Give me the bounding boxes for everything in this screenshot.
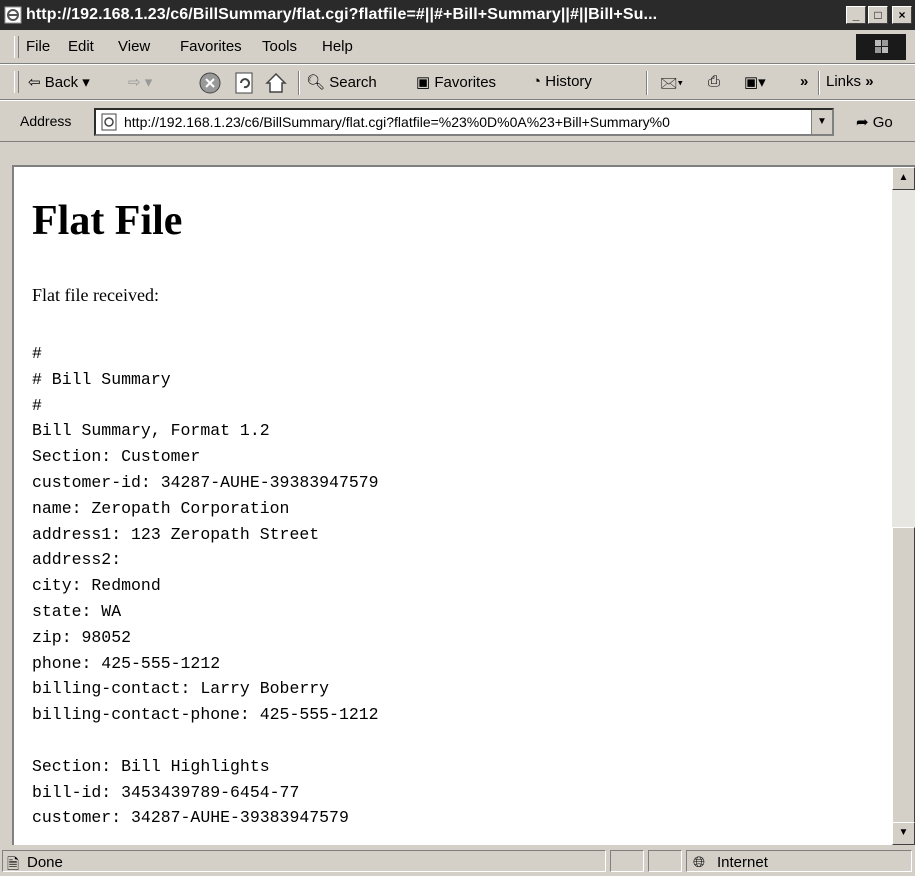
toolbar-separator: [298, 71, 300, 95]
address-dropdown-icon[interactable]: ▼: [811, 110, 832, 134]
menu-edit[interactable]: Edit: [68, 38, 94, 55]
flatfile-line: address1: 123 Zeropath Street: [32, 524, 320, 544]
scroll-thumb[interactable]: [892, 527, 915, 823]
go-arrow-icon: ➦: [856, 114, 869, 131]
flatfile-line: #: [32, 395, 42, 415]
title-bar: http://192.168.1.23/c6/BillSummary/flat.…: [0, 0, 915, 30]
menu-view[interactable]: View: [118, 38, 150, 55]
status-bar: 🗎︎ Done 🌐︎ Internet: [0, 846, 915, 876]
vertical-scrollbar[interactable]: ▲ ▼: [892, 165, 915, 845]
favorites-button[interactable]: ▣ Favorites: [416, 73, 496, 91]
status-text: Done: [27, 854, 63, 871]
toolbar-chevron[interactable]: »: [800, 73, 808, 90]
address-input[interactable]: http://192.168.1.23/c6/BillSummary/flat.…: [94, 108, 834, 136]
page-content[interactable]: Flat File Flat file received: # # Bill S…: [12, 165, 892, 845]
zone-pane: 🌐︎ Internet: [686, 850, 912, 872]
word-icon: ▣▾: [744, 74, 766, 91]
print-button[interactable]: ⎙: [708, 73, 720, 90]
ie-page-icon: [4, 6, 22, 24]
zone-label: Internet: [717, 854, 768, 871]
links-button[interactable]: Links »: [826, 73, 874, 90]
back-dropdown-icon: ▾: [82, 74, 90, 91]
flatfile-line: billing-contact-phone: 425-555-1212: [32, 705, 379, 725]
favorites-icon: ▣: [416, 74, 431, 91]
back-arrow-icon: ⇦: [28, 74, 41, 91]
standard-toolbar: ⇦ Back ▾ ⇨ ▾ 🔍︎ Search ▣ Favorites ◔ His…: [0, 64, 915, 100]
status-pane-empty: [648, 850, 682, 872]
menu-file[interactable]: File: [26, 38, 50, 55]
history-label: History: [545, 73, 592, 90]
stop-icon[interactable]: [198, 71, 222, 95]
menu-help[interactable]: Help: [322, 38, 353, 55]
go-label: Go: [872, 114, 893, 131]
flatfile-line: billing-contact: Larry Boberry: [32, 679, 330, 699]
print-icon: ⎙: [708, 73, 721, 90]
flatfile-line: state: WA: [32, 601, 122, 621]
search-button[interactable]: 🔍︎ Search: [306, 73, 377, 91]
flatfile-line: # Bill Summary: [32, 369, 171, 389]
forward-arrow-icon: ⇨ ▾: [128, 74, 153, 91]
flatfile-line: #: [32, 344, 42, 363]
flatfile-line: bill-id: 3453439789-6454-77: [32, 782, 300, 802]
toolbar-separator: [646, 71, 648, 95]
maximize-button[interactable]: □: [868, 6, 888, 24]
menu-tools[interactable]: Tools: [262, 38, 297, 55]
internet-zone-icon: 🌐︎: [693, 854, 706, 871]
status-page-icon: 🗎︎: [7, 856, 20, 873]
search-label: Search: [329, 74, 377, 91]
page-heading: Flat File: [32, 198, 183, 244]
flatfile-text: # # Bill Summary # Bill Summary, Format …: [32, 341, 379, 831]
scroll-up-button[interactable]: ▲: [892, 167, 915, 190]
page-icon: [101, 113, 117, 131]
status-pane: 🗎︎ Done: [2, 850, 606, 873]
flatfile-line: phone: 425-555-1212: [32, 653, 221, 673]
flatfile-line: Section: Bill Highlights: [32, 756, 270, 776]
flatfile-line: Section: Customer: [32, 447, 201, 467]
links-label: Links: [826, 73, 862, 90]
edit-word-button[interactable]: ▣▾: [744, 73, 766, 91]
refresh-icon[interactable]: [232, 71, 256, 95]
address-bar: Address http://192.168.1.23/c6/BillSumma…: [0, 100, 915, 142]
windows-logo-icon: [856, 34, 906, 60]
browser-window: http://192.168.1.23/c6/BillSummary/flat.…: [0, 0, 915, 876]
flatfile-line: customer: 34287-AUHE-39383947579: [32, 808, 349, 828]
toolbar-grip[interactable]: [14, 71, 19, 93]
window-title: http://192.168.1.23/c6/BillSummary/flat.…: [26, 6, 658, 23]
minimize-button[interactable]: _: [846, 6, 866, 24]
home-icon[interactable]: [264, 71, 288, 95]
flatfile-line: address2:: [32, 550, 122, 570]
links-chevron: »: [865, 73, 874, 90]
scroll-down-button[interactable]: ▼: [892, 822, 915, 845]
menu-favorites[interactable]: Favorites: [180, 38, 242, 55]
flatfile-line: name: Zeropath Corporation: [32, 498, 290, 518]
mail-button[interactable]: 🖂︎▾: [660, 73, 683, 98]
toolbar-separator: [818, 71, 820, 95]
flatfile-line: city: Redmond: [32, 576, 161, 596]
back-label: Back: [44, 74, 79, 91]
favorites-label: Favorites: [434, 74, 497, 91]
close-button[interactable]: ×: [892, 6, 912, 24]
page-intro: Flat file received:: [32, 285, 159, 305]
address-url: http://192.168.1.23/c6/BillSummary/flat.…: [124, 114, 670, 130]
back-button[interactable]: ⇦ Back ▾: [28, 73, 90, 91]
address-label: Address: [20, 113, 72, 129]
go-button[interactable]: ➦ Go: [856, 113, 893, 131]
history-icon: ◔: [532, 73, 542, 90]
flatfile-line: customer-id: 34287-AUHE-39383947579: [32, 472, 379, 492]
forward-button[interactable]: ⇨ ▾: [128, 73, 152, 91]
flatfile-line: Bill Summary, Format 1.2: [32, 421, 270, 441]
history-button[interactable]: ◔ History: [532, 73, 592, 90]
flatfile-line: zip: 98052: [32, 627, 132, 647]
status-pane-empty: [610, 850, 644, 872]
menu-grip[interactable]: [14, 36, 19, 58]
menu-bar: File Edit View Favorites Tools Help: [0, 30, 915, 64]
mail-icon: 🖂︎▾: [660, 75, 684, 92]
search-icon: 🔍︎: [306, 74, 326, 91]
